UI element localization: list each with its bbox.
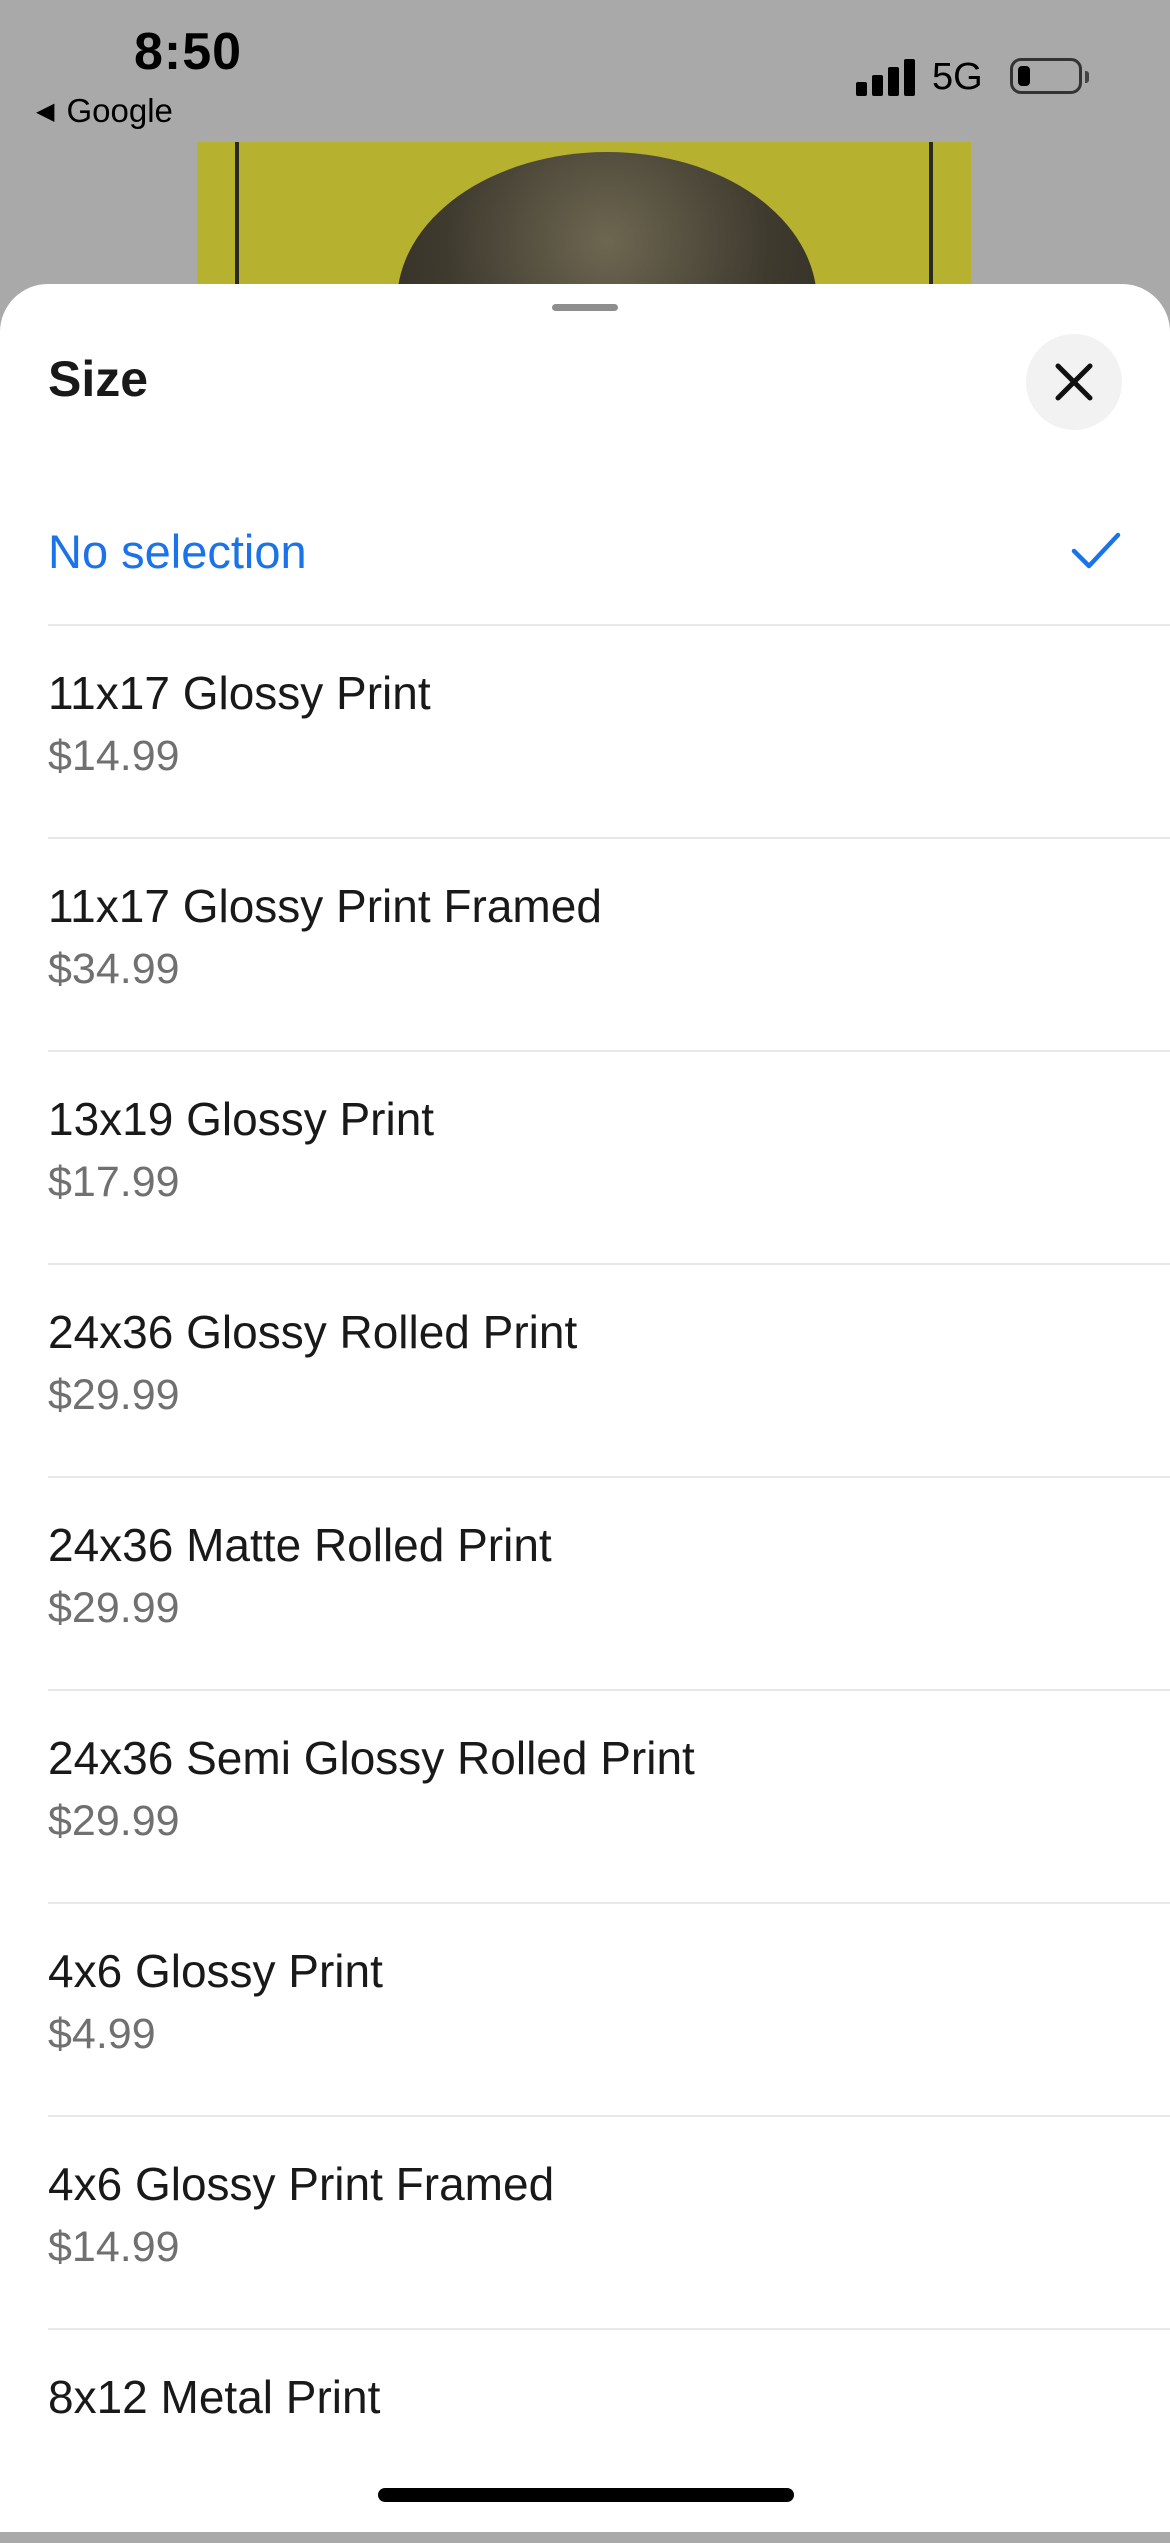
size-option[interactable]: 24x36 Semi Glossy Rolled Print $29.99 bbox=[48, 1691, 1170, 1904]
option-price: $29.99 bbox=[48, 1371, 180, 1419]
home-indicator[interactable] bbox=[378, 2488, 794, 2502]
size-option[interactable]: 13x19 Glossy Print $17.99 bbox=[48, 1052, 1170, 1265]
close-button[interactable] bbox=[1026, 334, 1122, 430]
option-name: 24x36 Glossy Rolled Print bbox=[48, 1306, 578, 1358]
network-type: 5G bbox=[932, 56, 983, 98]
close-icon bbox=[1055, 363, 1093, 401]
size-option[interactable]: 4x6 Glossy Print Framed $14.99 bbox=[48, 2117, 1170, 2330]
option-price: $29.99 bbox=[48, 1797, 180, 1845]
back-app-label: Google bbox=[66, 92, 173, 129]
option-name: 24x36 Semi Glossy Rolled Print bbox=[48, 1732, 695, 1784]
option-name: 4x6 Glossy Print Framed bbox=[48, 2158, 555, 2210]
size-option[interactable]: 11x17 Glossy Print Framed $34.99 bbox=[48, 839, 1170, 1052]
option-name: 11x17 Glossy Print Framed bbox=[48, 880, 602, 932]
option-name: 11x17 Glossy Print bbox=[48, 667, 431, 719]
cellular-signal-icon bbox=[856, 56, 916, 96]
status-bar: 8:50 ◀ Google 5G bbox=[0, 0, 1170, 142]
back-triangle-icon: ◀ bbox=[36, 97, 55, 125]
size-bottom-sheet: Size No selection 11x17 Glossy Print $14… bbox=[0, 284, 1170, 2532]
sheet-title: Size bbox=[48, 351, 149, 407]
option-no-selection[interactable]: No selection bbox=[48, 484, 1170, 626]
no-selection-label: No selection bbox=[48, 525, 307, 578]
option-name: 13x19 Glossy Print bbox=[48, 1093, 435, 1145]
option-name: 8x12 Metal Print bbox=[48, 2371, 381, 2423]
checkmark-icon bbox=[1071, 532, 1121, 569]
status-time: 8:50 bbox=[134, 23, 243, 81]
battery-icon bbox=[1010, 58, 1089, 94]
size-option[interactable]: 24x36 Matte Rolled Print $29.99 bbox=[48, 1478, 1170, 1691]
size-option[interactable]: 11x17 Glossy Print $14.99 bbox=[48, 626, 1170, 839]
product-image-backdrop bbox=[197, 142, 971, 302]
size-option[interactable]: 8x12 Metal Print bbox=[48, 2330, 1170, 2543]
size-option[interactable]: 4x6 Glossy Print $4.99 bbox=[48, 1904, 1170, 2117]
option-price: $14.99 bbox=[48, 732, 180, 780]
option-price: $4.99 bbox=[48, 2010, 156, 2058]
size-option[interactable]: 24x36 Glossy Rolled Print $29.99 bbox=[48, 1265, 1170, 1478]
option-price: $34.99 bbox=[48, 945, 180, 993]
option-price: $14.99 bbox=[48, 2223, 180, 2271]
back-to-app-link[interactable]: ◀ Google bbox=[36, 92, 173, 130]
option-name: 24x36 Matte Rolled Print bbox=[48, 1519, 552, 1571]
option-price: $17.99 bbox=[48, 1158, 180, 1206]
sheet-grabber-handle[interactable] bbox=[552, 304, 618, 311]
option-name: 4x6 Glossy Print bbox=[48, 1945, 383, 1997]
option-price: $29.99 bbox=[48, 1584, 180, 1632]
